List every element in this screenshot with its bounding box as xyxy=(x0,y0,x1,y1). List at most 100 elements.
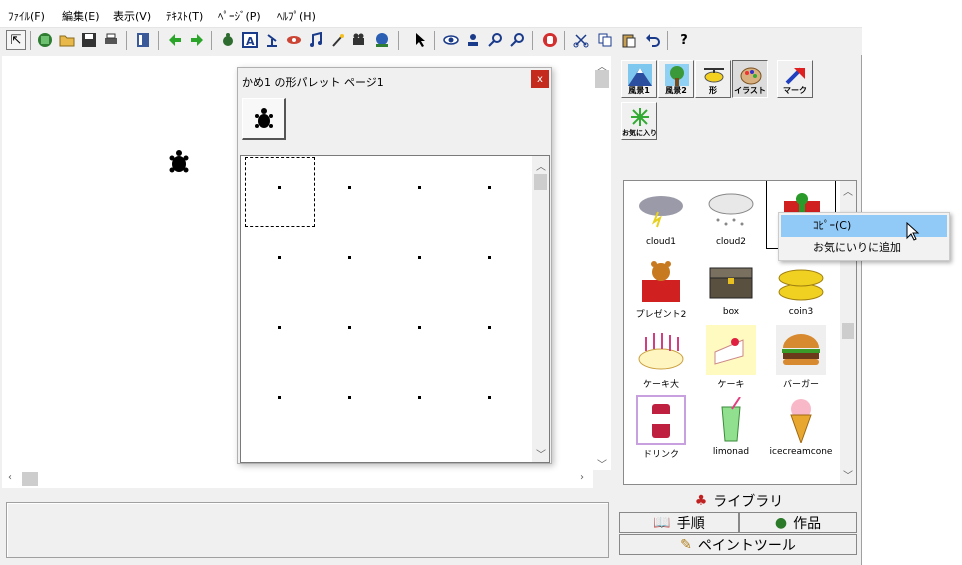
library-tab[interactable]: ♣ ライブラリ xyxy=(619,490,859,511)
library-item-big-cake[interactable]: ケーキ大 xyxy=(626,323,696,393)
grid-cell[interactable] xyxy=(418,326,421,329)
pointer-tool-icon[interactable]: ⇱ xyxy=(6,30,26,50)
category-illustration[interactable]: イラスト xyxy=(732,60,768,98)
scroll-left-icon[interactable]: ‹ xyxy=(8,472,12,483)
scroll-thumb[interactable] xyxy=(22,472,38,486)
cut-icon[interactable] xyxy=(571,30,591,50)
scroll-thumb[interactable] xyxy=(842,323,854,339)
turtle-icon xyxy=(254,107,273,128)
menu-file[interactable]: ﾌｧｲﾙ(F) xyxy=(8,8,45,24)
svg-text:A: A xyxy=(246,35,255,48)
antenna-icon[interactable] xyxy=(262,30,282,50)
grid-cell[interactable] xyxy=(278,186,281,189)
help-icon[interactable]: ? xyxy=(674,30,694,50)
menu-text[interactable]: ﾃｷｽﾄ(T) xyxy=(166,8,203,24)
library-item-partial xyxy=(766,463,836,484)
open-folder-icon[interactable] xyxy=(57,30,77,50)
shape-grid[interactable]: ︿ ﹀ xyxy=(240,155,550,463)
menu-edit[interactable]: 編集(E) xyxy=(62,8,100,24)
selected-cell[interactable] xyxy=(245,157,315,227)
arrow-icon xyxy=(785,67,805,85)
menu-view[interactable]: 表示(V) xyxy=(113,8,151,24)
library-item-cloud2[interactable]: cloud2 xyxy=(696,183,766,253)
flower-icon xyxy=(631,108,649,126)
grid-cell[interactable] xyxy=(348,256,351,259)
grid-cell[interactable] xyxy=(348,396,351,399)
palette-turtle-button[interactable] xyxy=(242,98,286,140)
undo-icon[interactable] xyxy=(643,30,663,50)
grid-cell[interactable] xyxy=(488,186,491,189)
category-favorites[interactable]: お気に入り xyxy=(621,102,657,140)
globe-person-icon[interactable] xyxy=(372,30,392,50)
back-arrow-icon[interactable] xyxy=(165,30,185,50)
grid-cell[interactable] xyxy=(418,256,421,259)
stamp-icon[interactable] xyxy=(463,30,483,50)
scroll-right-icon[interactable]: › xyxy=(580,472,584,483)
library-item-cloud1[interactable]: cloud1 xyxy=(626,183,696,253)
canvas-vertical-scrollbar[interactable]: ︿ ﹀ xyxy=(593,56,611,471)
zoom-in-icon[interactable] xyxy=(485,30,505,50)
paint-tool-tab[interactable]: ✎ ペイントツール xyxy=(619,534,857,555)
grid-cell[interactable] xyxy=(488,396,491,399)
grid-cell[interactable] xyxy=(418,186,421,189)
category-mark[interactable]: マーク xyxy=(777,60,813,98)
forward-arrow-icon[interactable] xyxy=(187,30,207,50)
menu-help[interactable]: ﾍﾙﾌﾟ(H) xyxy=(277,8,316,24)
palette-scrollbar[interactable]: ︿ ﹀ xyxy=(532,156,549,462)
scroll-down-icon[interactable]: ﹀ xyxy=(597,456,607,471)
scroll-down-icon[interactable]: ﹀ xyxy=(536,446,546,461)
library-item-icecreamcone[interactable]: icecreamcone xyxy=(766,393,836,463)
eye-mask-icon[interactable] xyxy=(284,30,304,50)
library-item-coin3[interactable]: coin3 xyxy=(766,253,836,323)
video-camera-icon[interactable] xyxy=(350,30,370,50)
lemonade-icon xyxy=(721,397,741,442)
turtle-icon[interactable] xyxy=(218,30,238,50)
layout-icon[interactable] xyxy=(133,30,153,50)
grid-cell[interactable] xyxy=(278,326,281,329)
paste-icon[interactable] xyxy=(619,30,639,50)
grid-cell[interactable] xyxy=(348,186,351,189)
zoom-out-icon[interactable] xyxy=(507,30,527,50)
print-icon[interactable] xyxy=(101,30,121,50)
copy-icon[interactable] xyxy=(595,30,615,50)
palette-icon xyxy=(740,67,762,85)
wand-icon[interactable] xyxy=(328,30,348,50)
library-item-cake[interactable]: ケーキ xyxy=(696,323,766,393)
snow-cloud-icon xyxy=(708,193,754,226)
grid-cell[interactable] xyxy=(418,396,421,399)
scroll-up-icon[interactable]: ︿ xyxy=(843,183,853,198)
grid-cell[interactable] xyxy=(278,256,281,259)
new-file-icon[interactable] xyxy=(35,30,55,50)
stop-hand-icon[interactable] xyxy=(540,30,560,50)
library-item-burger[interactable]: バーガー xyxy=(766,323,836,393)
library-item-present2[interactable]: プレゼント2 xyxy=(626,253,696,323)
procedure-tab[interactable]: 📖 手順 xyxy=(619,512,739,533)
copy-menu-item[interactable]: ｺﾋﾟｰ(C) xyxy=(781,215,947,237)
menu-page[interactable]: ﾍﾟｰｼﾞ(P) xyxy=(218,8,261,24)
grid-cell[interactable] xyxy=(488,256,491,259)
text-tool-icon[interactable]: A xyxy=(240,30,260,50)
category-landscape2[interactable]: 風景2 xyxy=(658,60,694,98)
cake-slice-icon xyxy=(714,338,744,365)
save-icon[interactable] xyxy=(79,30,99,50)
scroll-down-icon[interactable]: ﹀ xyxy=(843,467,853,482)
library-item-box[interactable]: box xyxy=(696,253,766,323)
add-favorite-menu-item[interactable]: お気にいりに追加 xyxy=(781,237,947,259)
view-eye-icon[interactable] xyxy=(441,30,461,50)
grid-cell[interactable] xyxy=(348,326,351,329)
cursor-icon[interactable] xyxy=(410,30,430,50)
grid-cell[interactable] xyxy=(278,396,281,399)
turtle-sprite-icon[interactable] xyxy=(167,149,191,175)
category-shapes[interactable]: 形 xyxy=(695,60,731,98)
grid-cell[interactable] xyxy=(488,326,491,329)
library-item-drink[interactable]: ドリンク xyxy=(626,393,696,463)
close-button[interactable]: x xyxy=(531,70,549,88)
music-note-icon[interactable] xyxy=(306,30,326,50)
works-tab[interactable]: ● 作品 xyxy=(739,512,857,533)
scroll-thumb[interactable] xyxy=(595,70,609,88)
scroll-thumb[interactable] xyxy=(534,174,547,190)
scroll-up-icon[interactable]: ︿ xyxy=(536,158,546,173)
canvas-horizontal-scrollbar[interactable]: ‹ › xyxy=(2,470,593,488)
library-item-limonad[interactable]: limonad xyxy=(696,393,766,463)
category-landscape1[interactable]: 風景1 xyxy=(621,60,657,98)
